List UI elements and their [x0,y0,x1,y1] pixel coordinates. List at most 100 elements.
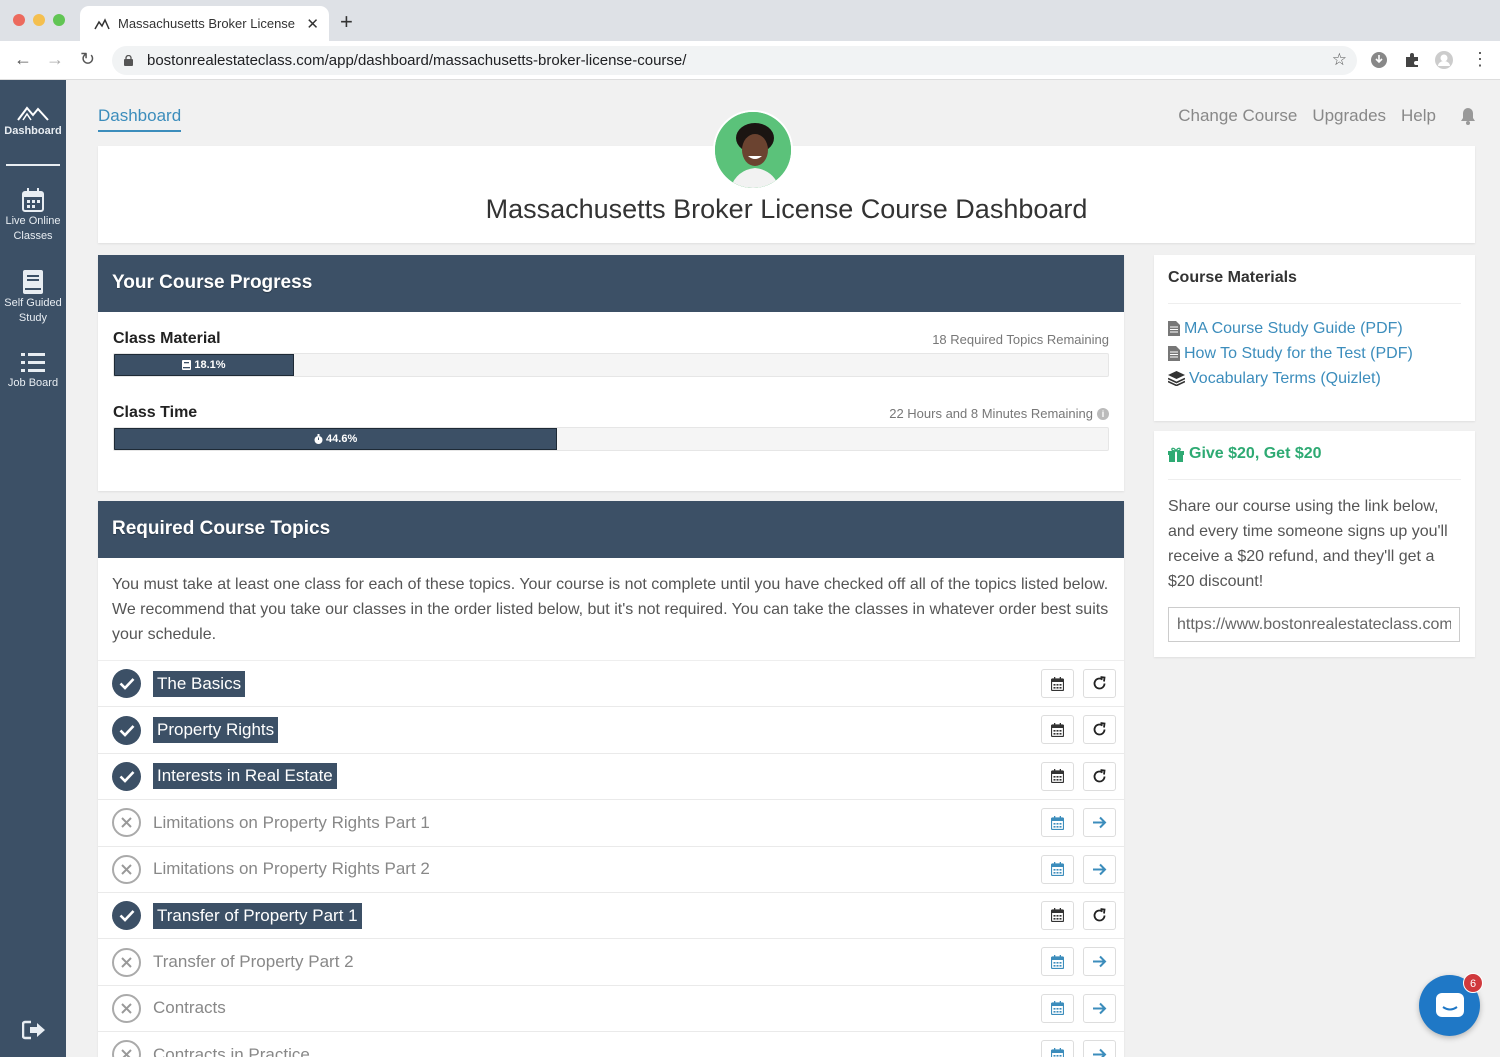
calendar-icon [1051,908,1064,923]
window-close-button[interactable] [13,14,25,26]
sidebar-item-dashboard[interactable]: Dashboard [0,104,66,139]
x-circle-icon[interactable] [112,947,141,977]
browser-menu-icon[interactable]: ⋮ [1471,49,1489,70]
material-link-vocabulary[interactable]: Vocabulary Terms (Quizlet) [1168,366,1461,391]
topic-name[interactable]: Interests in Real Estate [153,763,337,790]
go-to-topic-button[interactable] [1083,947,1116,977]
calendar-icon [22,188,44,212]
schedule-class-button[interactable] [1041,715,1074,745]
arrow-right-icon [1093,816,1107,829]
browser-tab-strip: Massachusetts Broker License Course ✕ + [0,0,1500,41]
main-content: Dashboard Change Course Upgrades Help Ma… [66,80,1500,1057]
check-circle-icon[interactable] [112,715,141,745]
nav-help-link[interactable]: Help [1401,106,1436,126]
window-maximize-button[interactable] [53,14,65,26]
table-row: Contracts [98,986,1124,1033]
topic-name[interactable]: Property Rights [153,717,279,744]
table-row: The Basics [98,661,1124,708]
page-title: Massachusetts Broker License Course Dash… [485,194,1088,224]
x-circle-icon[interactable] [112,993,141,1023]
tab-close-icon[interactable]: ✕ [306,15,319,33]
file-icon [1168,321,1180,336]
go-to-topic-button[interactable] [1083,1040,1116,1057]
retake-button[interactable] [1083,669,1116,698]
info-icon[interactable]: i [1097,407,1109,420]
sign-out-icon[interactable] [22,1020,46,1040]
class-time-label: Class Time [113,404,198,421]
go-to-topic-button[interactable] [1083,808,1116,838]
sidebar-item-self-guided-study[interactable]: Self Guided Study [0,270,66,326]
calendar-icon [1051,1001,1064,1016]
go-to-topic-button[interactable] [1083,854,1116,884]
schedule-class-button[interactable] [1041,854,1074,884]
stopwatch-icon [314,434,323,444]
topic-name[interactable]: Transfer of Property Part 1 [153,902,362,929]
window-minimize-button[interactable] [33,14,45,26]
material-link-how-to-study[interactable]: How To Study for the Test (PDF) [1168,341,1461,366]
arrow-right-icon [1093,863,1107,875]
topic-name[interactable]: Limitations on Property Rights Part 1 [153,810,430,836]
reload-icon[interactable]: ↻ [80,49,95,70]
sidebar-item-job-board[interactable]: Job Board [0,352,66,391]
new-tab-icon[interactable]: + [340,9,353,35]
bell-icon[interactable] [1460,107,1476,125]
back-arrow-icon[interactable]: ← [14,49,32,70]
gift-icon [1168,447,1184,462]
calendar-icon [1051,722,1064,737]
forward-arrow-icon[interactable]: → [46,49,64,70]
redo-icon [1093,908,1106,922]
check-circle-icon[interactable] [112,669,141,699]
nav-dashboard-link[interactable]: Dashboard [98,106,182,132]
check-circle-icon[interactable] [112,901,141,931]
topic-name[interactable]: Contracts [153,995,226,1021]
topic-name[interactable]: Limitations on Property Rights Part 2 [153,856,430,882]
schedule-class-button[interactable] [1041,947,1074,977]
schedule-class-button[interactable] [1041,993,1074,1023]
class-material-percent: 18.1% [194,359,226,371]
material-link-study-guide[interactable]: MA Course Study Guide (PDF) [1168,316,1461,341]
browser-tab[interactable]: Massachusetts Broker License Course ✕ [80,6,329,41]
x-circle-icon[interactable] [112,1040,141,1057]
retake-button[interactable] [1083,761,1116,791]
redo-icon [1093,768,1106,783]
schedule-class-button[interactable] [1041,808,1074,838]
schedule-class-button[interactable] [1041,761,1074,791]
topic-name[interactable]: The Basics [153,670,246,697]
class-time-remaining-text: 22 Hours and 8 Minutes Remaining [889,406,1093,421]
nav-change-course-link[interactable]: Change Course [1178,106,1297,126]
schedule-class-button[interactable] [1041,1040,1074,1057]
profile-avatar-icon[interactable] [1435,51,1453,69]
schedule-class-button[interactable] [1041,669,1074,698]
topic-list: The Basics Property Rights Interests in Re… [98,661,1124,1057]
referral-title-text: Give $20, Get $20 [1189,445,1322,462]
class-material-remaining: 18 Required Topics Remaining [932,332,1109,347]
retake-button[interactable] [1083,900,1116,930]
topic-name[interactable]: Contracts in Practice [153,1042,310,1057]
address-bar[interactable]: bostonrealestateclass.com/app/dashboard/… [112,46,1357,75]
x-circle-icon[interactable] [112,854,141,884]
class-time-progress-fill: 44.6% [114,428,558,450]
puzzle-extensions-icon[interactable] [1403,51,1421,69]
table-row: Transfer of Property Part 2 [98,939,1124,986]
class-material-remaining-text: 18 Required Topics Remaining [932,332,1109,347]
extension-download-icon[interactable] [1370,51,1388,69]
course-materials-title: Course Materials [1168,269,1461,304]
referral-link-input[interactable] [1168,607,1460,642]
x-circle-icon[interactable] [112,808,141,838]
book-icon [182,360,192,370]
material-link-label: How To Study for the Test (PDF) [1184,344,1413,362]
calendar-icon [1051,1047,1064,1057]
nav-upgrades-link[interactable]: Upgrades [1312,106,1386,126]
table-row: Contracts in Practice [98,1032,1124,1057]
sidebar-item-live-online-classes[interactable]: Live Online Classes [0,188,66,244]
sidebar-divider [6,164,60,166]
schedule-class-button[interactable] [1041,900,1074,930]
retake-button[interactable] [1083,715,1116,745]
table-row: Property Rights [98,707,1124,754]
bookmark-star-icon[interactable]: ☆ [1332,50,1347,70]
check-circle-icon[interactable] [112,761,141,791]
redo-icon [1093,676,1106,690]
table-row: Interests in Real Estate [98,754,1124,801]
go-to-topic-button[interactable] [1083,993,1116,1023]
topic-name[interactable]: Transfer of Property Part 2 [153,949,354,975]
